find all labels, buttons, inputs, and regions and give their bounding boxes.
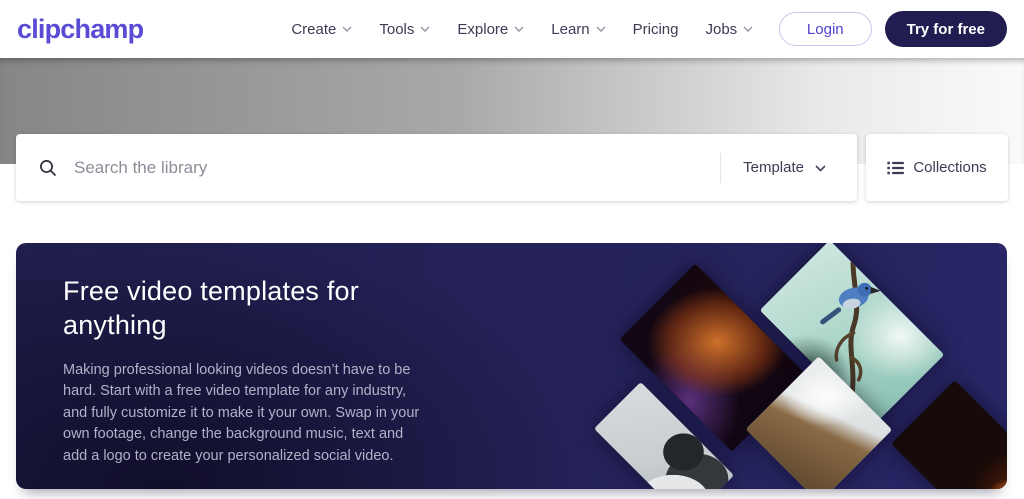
nav-item-label: Tools — [379, 21, 414, 38]
header-actions: Login Try for free — [779, 11, 1007, 47]
chevron-down-icon — [743, 26, 753, 32]
try-for-free-button[interactable]: Try for free — [885, 11, 1007, 47]
nav-item-learn[interactable]: Learn — [551, 21, 605, 38]
search-input[interactable] — [74, 158, 720, 178]
nav-item-label: Jobs — [706, 21, 738, 38]
nav-item-label: Pricing — [633, 21, 679, 38]
nav-item-tools[interactable]: Tools — [379, 21, 430, 38]
chevron-down-icon — [420, 26, 430, 32]
nav-item-jobs[interactable]: Jobs — [706, 21, 754, 38]
hero-description: Making professional looking videos doesn… — [63, 360, 431, 468]
chevron-down-icon — [342, 26, 352, 32]
main-nav: Create Tools Explore Learn Pricing Jobs — [291, 21, 753, 38]
nav-item-label: Create — [291, 21, 336, 38]
clipchamp-logo[interactable]: clipchamp — [17, 14, 143, 45]
nav-item-pricing[interactable]: Pricing — [633, 21, 679, 38]
template-type-dropdown[interactable]: Template — [743, 159, 851, 176]
fire-photo-image — [891, 380, 1007, 489]
collections-label: Collections — [913, 159, 986, 176]
hero-title: Free video templates for anything — [63, 275, 393, 343]
chevron-down-icon — [815, 165, 825, 171]
clipchamp-templates-page: clipchamp Create Tools Explore Learn Pri… — [0, 0, 1024, 499]
library-search-row: Template Collections — [16, 134, 1008, 201]
chevron-down-icon — [596, 26, 606, 32]
nav-item-explore[interactable]: Explore — [457, 21, 524, 38]
free-templates-hero: Free video templates for anything Making… — [16, 243, 1007, 489]
hero-copy: Free video templates for anything Making… — [63, 275, 443, 467]
nav-item-label: Explore — [457, 21, 508, 38]
chevron-down-icon — [514, 26, 524, 32]
template-type-label: Template — [743, 159, 804, 176]
login-button[interactable]: Login — [779, 12, 872, 46]
nav-item-label: Learn — [551, 21, 589, 38]
search-bar: Template — [16, 134, 857, 201]
top-navigation-bar: clipchamp Create Tools Explore Learn Pri… — [0, 0, 1024, 58]
search-divider — [720, 153, 721, 183]
nav-item-create[interactable]: Create — [291, 21, 352, 38]
list-icon — [887, 161, 904, 175]
search-icon — [38, 158, 58, 178]
collections-button[interactable]: Collections — [866, 134, 1008, 201]
fire-photo — [891, 380, 1007, 489]
